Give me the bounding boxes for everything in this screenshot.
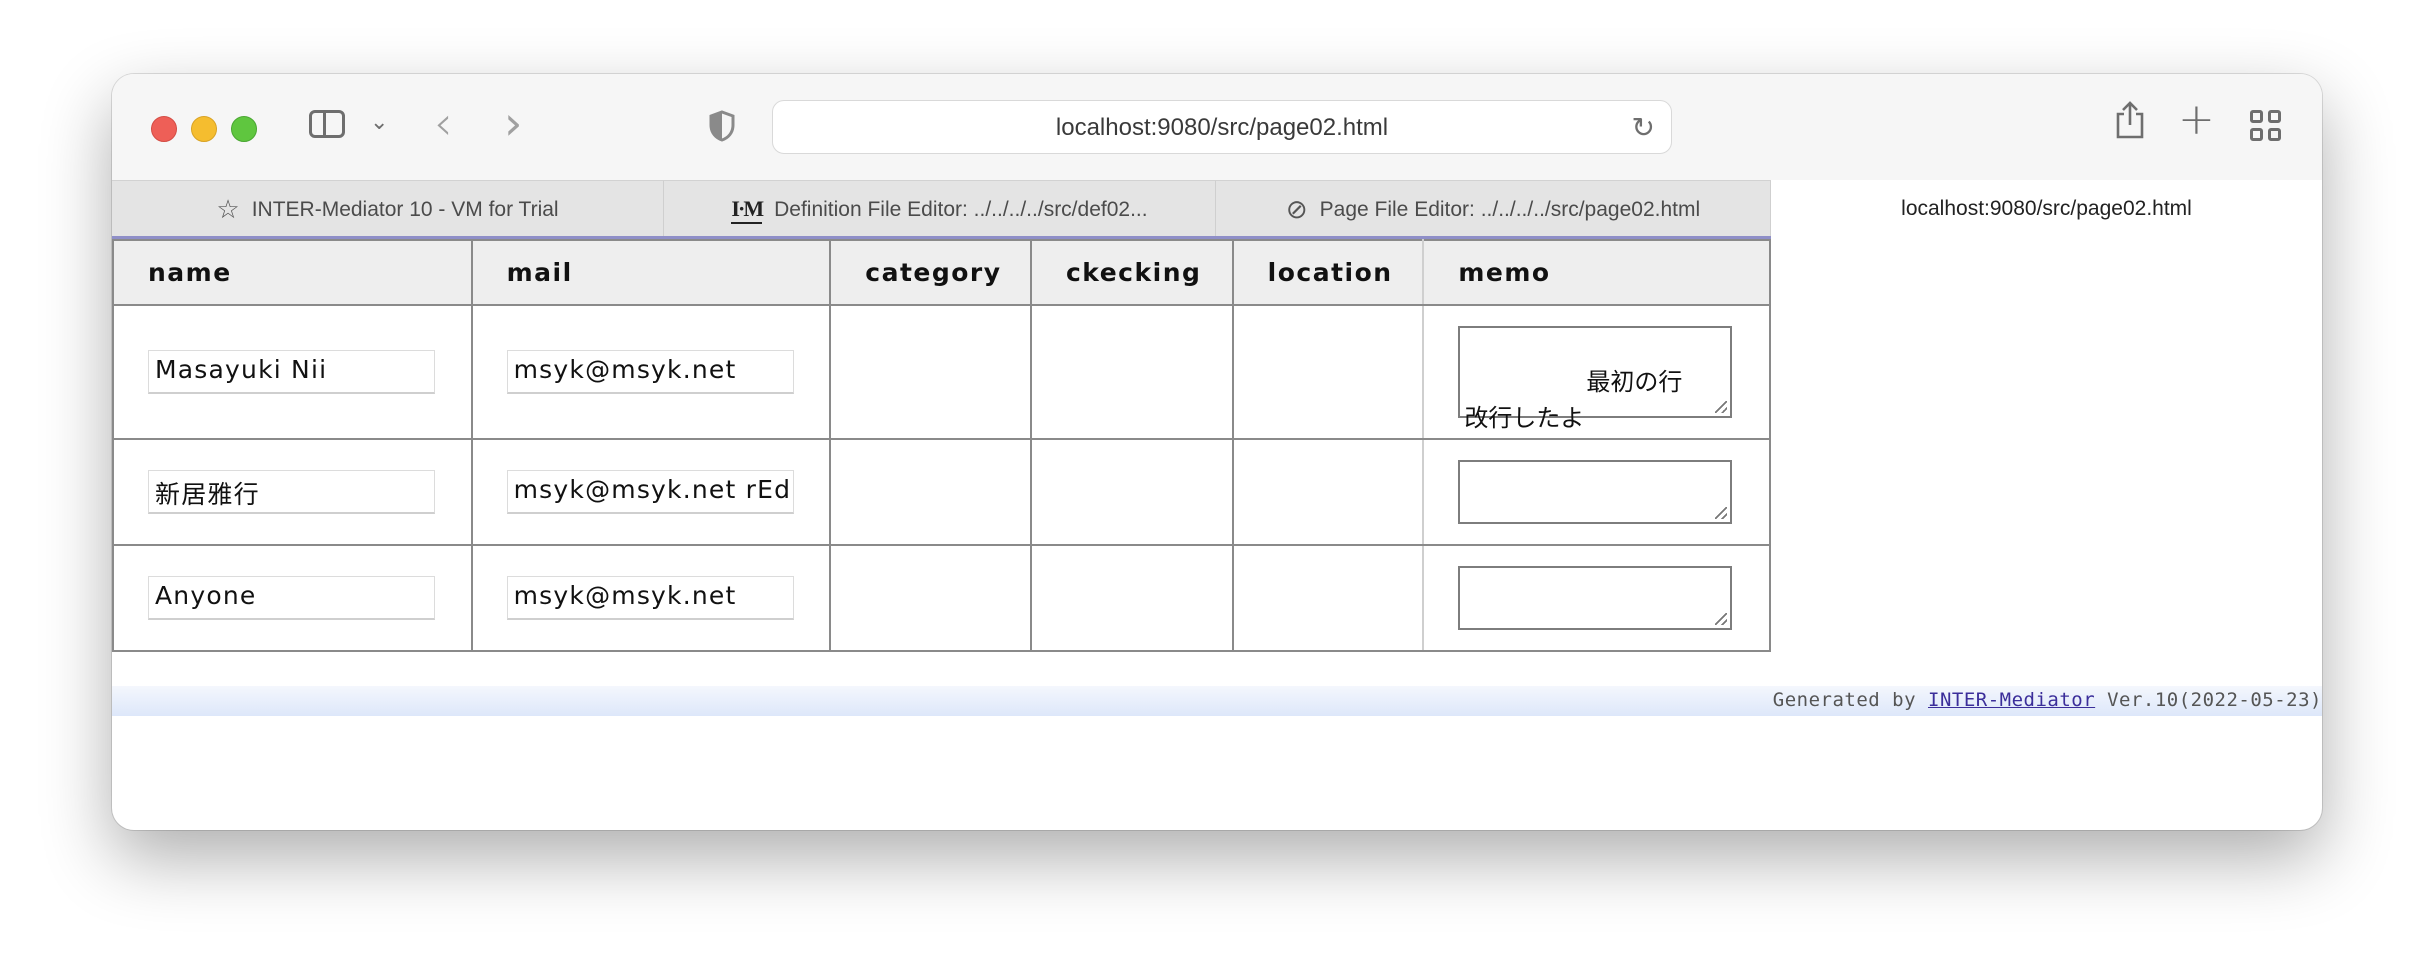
chevron-down-icon[interactable]: ⌄ — [370, 110, 388, 135]
resize-handle-icon[interactable] — [1715, 613, 1728, 625]
resize-handle-icon[interactable] — [1715, 401, 1728, 413]
cell-checking — [1029, 544, 1234, 652]
cell-checking — [1029, 304, 1234, 440]
tab-overview-icon[interactable] — [2250, 110, 2284, 144]
page-footer: Generated by INTER-Mediator Ver.10(2022-… — [112, 686, 2322, 716]
cell-name: 新居雅行 — [112, 438, 473, 546]
header-category: category — [829, 239, 1032, 306]
resize-handle-icon[interactable] — [1715, 507, 1728, 519]
mail-input[interactable]: msyk@msyk.net — [506, 576, 794, 620]
tab-inter-mediator-trial[interactable]: ☆ INTER-Mediator 10 - VM for Trial — [112, 180, 664, 238]
memo-textarea[interactable]: 最初の行 改行したよ — [1458, 326, 1733, 432]
cell-checking — [1029, 438, 1234, 546]
footer-credit: Generated by INTER-Mediator Ver.10(2022-… — [1773, 689, 2322, 711]
browser-toolbar: ⌄ ‹ › localhost:9080/src/page02.html ↻ + — [112, 74, 2322, 180]
sidebar-icon[interactable] — [309, 110, 345, 138]
browser-window: ⌄ ‹ › localhost:9080/src/page02.html ↻ + — [112, 74, 2322, 830]
tab-page-file-editor[interactable]: ⊘ Page File Editor: ../../../../src/page… — [1216, 180, 1771, 238]
cell-category — [829, 544, 1032, 652]
cell-category — [829, 438, 1032, 546]
tab-current-page[interactable]: localhost:9080/src/page02.html — [1771, 180, 2322, 238]
memo-textarea[interactable] — [1458, 460, 1733, 524]
compass-icon: ⊘ — [1285, 194, 1308, 225]
new-tab-icon[interactable]: + — [2178, 94, 2215, 145]
table-row: Masayuki Nii msyk@msyk.net 最初の行 改行したよ — [112, 304, 1771, 440]
cell-name: Anyone — [112, 544, 473, 652]
tab-definition-file-editor[interactable]: I·M Definition File Editor: ../../../../… — [664, 180, 1216, 238]
cell-category — [829, 304, 1032, 440]
minimize-window-button[interactable] — [191, 116, 217, 142]
mail-input[interactable]: msyk@msyk.net rEd — [506, 470, 794, 514]
header-checking: ckecking — [1029, 239, 1234, 306]
footer-version: Ver.10(2022-05-23) — [2095, 689, 2322, 711]
shield-icon[interactable] — [709, 110, 735, 142]
inter-mediator-link[interactable]: INTER-Mediator — [1928, 689, 2095, 711]
desktop-background: ⌄ ‹ › localhost:9080/src/page02.html ↻ + — [0, 0, 2434, 978]
cell-mail: msyk@msyk.net — [470, 544, 832, 652]
tab-strip: ☆ INTER-Mediator 10 - VM for Trial I·M D… — [112, 180, 2322, 238]
zoom-window-button[interactable] — [231, 116, 257, 142]
memo-text: 最初の行 改行したよ — [1464, 368, 1683, 432]
cell-name: Masayuki Nii — [112, 304, 473, 440]
close-window-button[interactable] — [151, 116, 177, 142]
cell-location — [1231, 544, 1425, 652]
reload-icon[interactable]: ↻ — [1632, 111, 1655, 144]
tab-label: localhost:9080/src/page02.html — [1901, 197, 2192, 220]
tab-label: INTER-Mediator 10 - VM for Trial — [251, 197, 559, 221]
cell-location — [1231, 304, 1425, 440]
mail-input[interactable]: msyk@msyk.net — [506, 350, 794, 394]
name-input[interactable]: Anyone — [148, 576, 435, 620]
url-text: localhost:9080/src/page02.html — [1055, 114, 1389, 141]
footer-prefix: Generated by — [1772, 689, 1928, 711]
share-icon[interactable] — [2113, 100, 2147, 149]
back-icon[interactable]: ‹ — [434, 96, 452, 150]
im-logo-icon: I·M — [731, 196, 764, 224]
tab-label: Page File Editor: ../../../../src/page02… — [1319, 197, 1701, 221]
header-location: location — [1231, 239, 1425, 306]
cell-mail: msyk@msyk.net — [470, 304, 832, 440]
header-memo: memo — [1422, 239, 1771, 306]
table-header-row: name mail category ckecking location mem… — [112, 239, 1771, 306]
forward-icon[interactable]: › — [504, 96, 522, 150]
header-name: name — [112, 239, 473, 306]
name-input[interactable]: 新居雅行 — [148, 470, 435, 514]
cell-memo: 最初の行 改行したよ — [1422, 304, 1771, 440]
cell-location — [1231, 438, 1425, 546]
tab-label: Definition File Editor: ../../../../src/… — [774, 197, 1148, 221]
address-bar[interactable]: localhost:9080/src/page02.html ↻ — [772, 100, 1672, 154]
star-icon: ☆ — [216, 194, 240, 225]
header-mail: mail — [470, 239, 832, 306]
name-input[interactable]: Masayuki Nii — [148, 350, 435, 394]
records-table: name mail category ckecking location mem… — [112, 239, 1771, 652]
cell-mail: msyk@msyk.net rEd — [470, 438, 832, 546]
memo-textarea[interactable] — [1458, 566, 1733, 630]
